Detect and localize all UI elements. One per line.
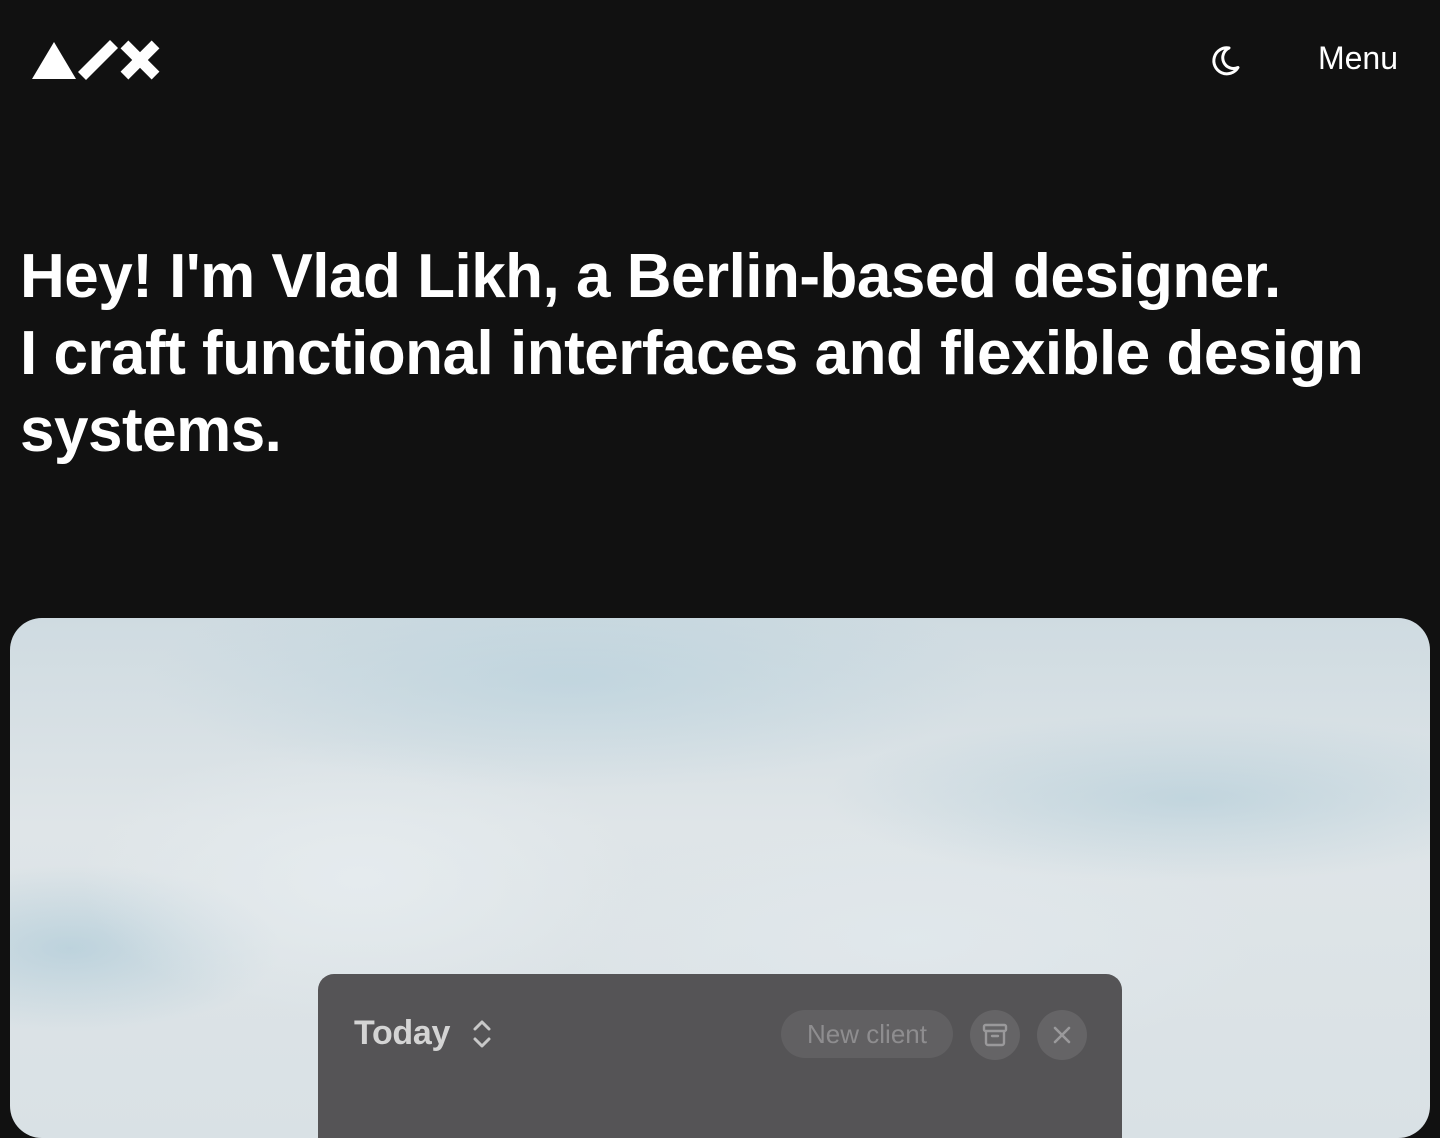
logo-mark-icon [32,40,160,80]
logo[interactable] [32,40,162,80]
close-button[interactable] [1037,1010,1087,1060]
site-header: Menu [0,0,1440,120]
menu-button[interactable]: Menu [1300,36,1416,80]
archive-button[interactable] [970,1010,1020,1060]
hero-line-2: I craft functional interfaces and flexib… [20,319,1364,388]
sort-toggle[interactable] [468,1016,496,1052]
archive-icon [982,1023,1008,1047]
toolbar-title: Today [354,1014,451,1052]
theme-toggle-button[interactable] [1208,38,1252,82]
chevron-up-down-icon [473,1020,491,1048]
project-showcase-image[interactable]: Today New client [10,618,1430,1138]
app-toolbar-preview: Today New client [318,974,1122,1138]
close-icon [1053,1026,1071,1044]
hero-intro: Hey! I'm Vlad Likh, a Berlin-based desig… [20,238,1430,469]
hero-line-3: systems. [20,396,282,465]
hero-line-1: Hey! I'm Vlad Likh, a Berlin-based desig… [20,242,1281,311]
new-client-button[interactable]: New client [781,1010,953,1058]
moon-icon [1212,46,1240,76]
